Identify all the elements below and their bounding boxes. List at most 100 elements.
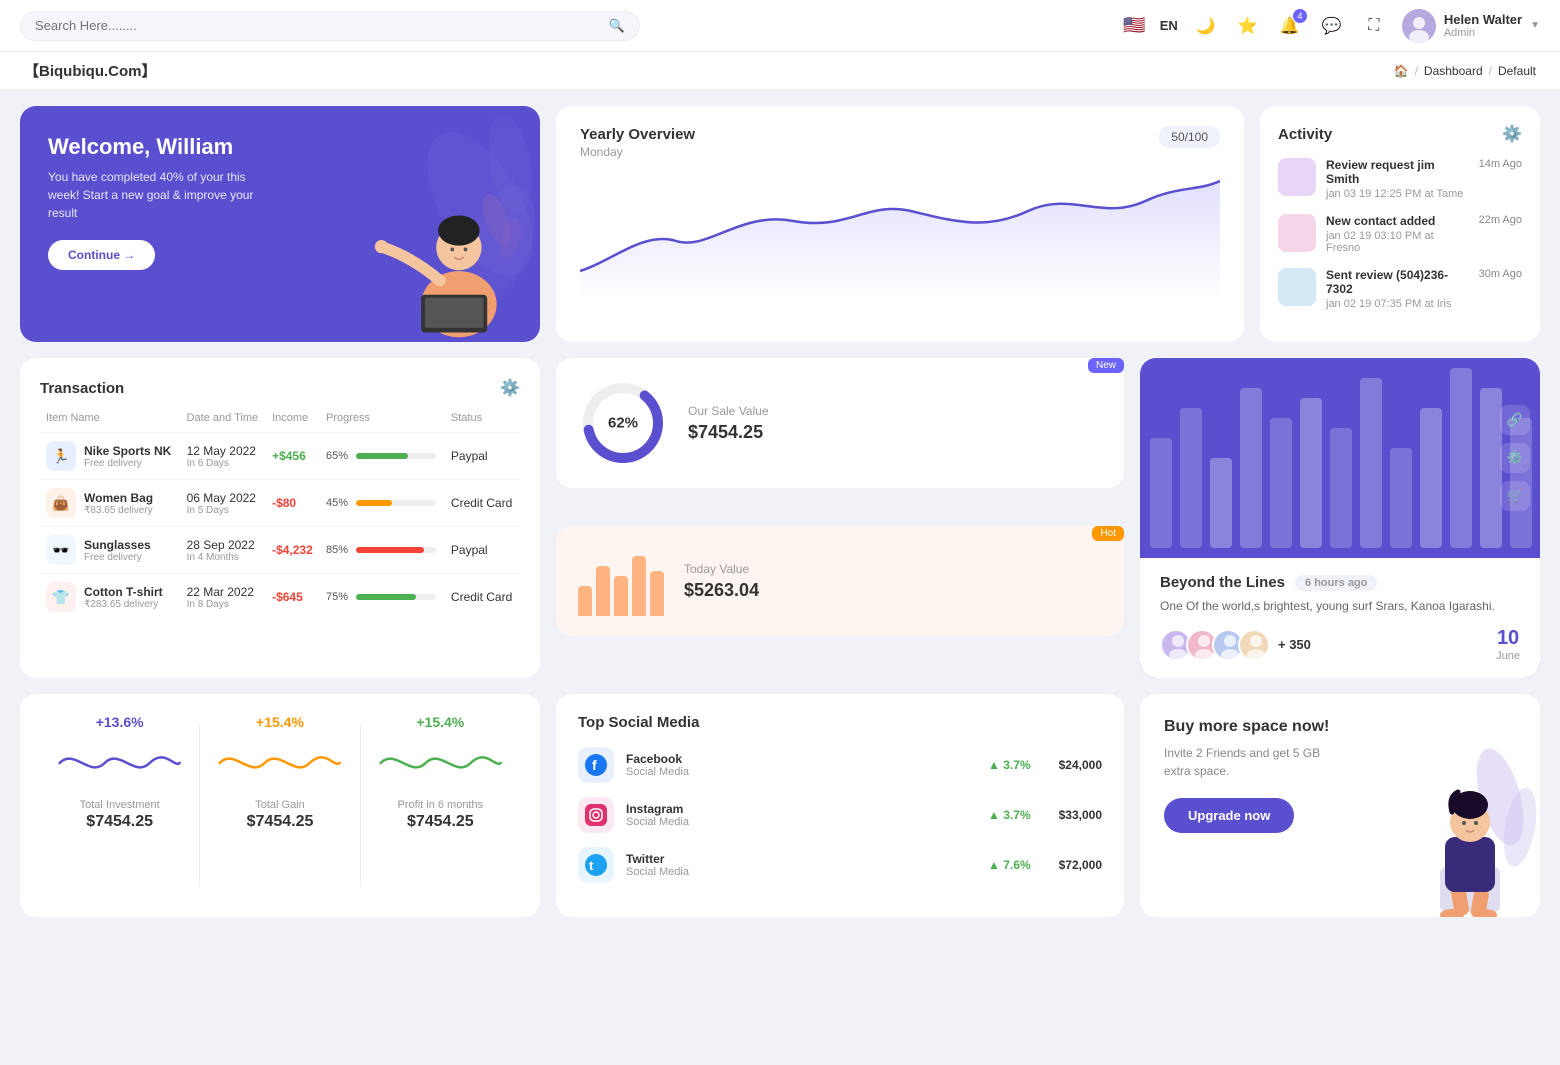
date-month: June [1496, 650, 1520, 662]
stat-value-gain: $7454.25 [210, 813, 349, 831]
avatar [1402, 9, 1436, 43]
breadcrumb: 🏠 / Dashboard / Default [1394, 64, 1536, 78]
search-icon: 🔍 [609, 18, 625, 34]
stat-pct-gain: +15.4% [210, 714, 349, 730]
beyond-info: Beyond the Lines 6 hours ago One Of the … [1140, 558, 1540, 678]
date-badge: 10 June [1496, 627, 1520, 662]
buy-desc: Invite 2 Friends and get 5 GB extra spac… [1164, 744, 1344, 780]
dark-mode-toggle[interactable]: 🌙 [1192, 12, 1220, 40]
transaction-settings-icon[interactable]: ⚙️ [500, 378, 520, 398]
stat-pct-investment: +13.6% [50, 714, 189, 730]
sale-title: Our Sale Value [688, 404, 769, 418]
activity-item: Review request jim Smith jan 03 19 12:25… [1278, 158, 1522, 200]
stat-pct-profit: +15.4% [371, 714, 510, 730]
table-row: 👜 Women Bag ₹83.65 delivery 06 May 2022 … [40, 480, 520, 527]
plus-count: + 350 [1278, 637, 1311, 652]
icon-btn-2[interactable]: ⚙️ [1500, 443, 1530, 473]
activity-settings-icon[interactable]: ⚙️ [1502, 124, 1522, 144]
message-icon[interactable]: 💬 [1318, 12, 1346, 40]
topnav: 🔍 🇺🇸 EN 🌙 ⭐ 🔔 4 💬 ⛶ Helen Walter Admin ▼ [0, 0, 1560, 52]
stat-label-profit: Profit in 6 months [371, 799, 510, 811]
search-bar[interactable]: 🔍 [20, 11, 640, 41]
table-header-cell: Date and Time [181, 412, 267, 433]
main-content: Welcome, William You have completed 40% … [0, 90, 1560, 933]
stat-value-profit: $7454.25 [371, 813, 510, 831]
yearly-chart [580, 171, 1220, 304]
table-header-cell: Item Name [40, 412, 181, 433]
sale-col: New 62% Our Sale Value $7454.25 [556, 358, 1124, 678]
table-body: 🏃 Nike Sports NK Free delivery 12 May 20… [40, 433, 520, 621]
user-info[interactable]: Helen Walter Admin ▼ [1402, 9, 1540, 43]
yearly-subtitle: Monday [580, 145, 695, 159]
beyond-card: 🔗 ⚙️ 🛒 Beyond the Lines 6 hours ago One … [1140, 358, 1540, 678]
svg-text:f: f [592, 757, 597, 773]
beyond-avatars: + 350 [1160, 629, 1311, 661]
flag-icon: 🇺🇸 [1123, 15, 1145, 36]
sale-info: Our Sale Value $7454.25 [688, 404, 769, 443]
upgrade-button[interactable]: Upgrade now [1164, 798, 1294, 833]
breadcrumb-default[interactable]: Default [1498, 64, 1536, 78]
stat-gain: +15.4% Total Gain $7454.25 [200, 714, 359, 897]
buy-title: Buy more space now! [1164, 718, 1516, 736]
search-input[interactable] [35, 18, 601, 33]
transaction-header: Transaction ⚙️ [40, 378, 520, 398]
social-item: Instagram Social Media ▲ 3.7% $33,000 [578, 797, 1102, 833]
today-value-wrap: Hot Today Value $5263.04 [556, 526, 1124, 678]
activity-item: Sent review (504)236-7302 jan 02 19 07:3… [1278, 268, 1522, 310]
star-icon[interactable]: ⭐ [1234, 12, 1262, 40]
notification-badge: 4 [1293, 9, 1307, 23]
breadcrumb-sep2: / [1489, 64, 1492, 78]
transaction-card: Transaction ⚙️ Item NameDate and TimeInc… [20, 358, 540, 678]
avatar-4 [1238, 629, 1270, 661]
table-header-cell: Progress [320, 412, 445, 433]
icon-cluster: 🔗 ⚙️ 🛒 [1500, 405, 1530, 511]
yearly-badge: 50/100 [1159, 126, 1220, 148]
social-list: f Facebook Social Media ▲ 3.7% $24,000 I… [578, 747, 1102, 883]
beyond-chart: 🔗 ⚙️ 🛒 [1140, 358, 1540, 558]
continue-button[interactable]: Continue → [48, 240, 155, 270]
social-media-card: Top Social Media f Facebook Social Media… [556, 694, 1124, 917]
activity-list: Review request jim Smith jan 03 19 12:25… [1278, 158, 1522, 310]
today-bars [578, 546, 664, 616]
fullscreen-icon[interactable]: ⛶ [1360, 12, 1388, 40]
stats-card: +13.6% Total Investment $7454.25 +15.4% … [20, 694, 540, 917]
sale-value-card: 62% Our Sale Value $7454.25 [556, 358, 1124, 488]
icon-btn-3[interactable]: 🛒 [1500, 481, 1530, 511]
activity-title: Activity [1278, 126, 1332, 143]
breadcrumb-dashboard[interactable]: Dashboard [1424, 64, 1483, 78]
buy-illustration [1370, 737, 1540, 917]
sale-value-amount: $7454.25 [688, 422, 769, 443]
welcome-card: Welcome, William You have completed 40% … [20, 106, 540, 342]
chevron-down-icon: ▼ [1530, 20, 1540, 31]
home-icon[interactable]: 🏠 [1394, 64, 1409, 78]
yearly-overview-card: Yearly Overview Monday 50/100 [556, 106, 1244, 342]
table-header-cell: Status [445, 412, 520, 433]
breadcrumb-sep1: / [1415, 64, 1418, 78]
beyond-time: 6 hours ago [1295, 575, 1377, 591]
notification-icon[interactable]: 🔔 4 [1276, 12, 1304, 40]
row2: Transaction ⚙️ Item NameDate and TimeInc… [20, 358, 1540, 678]
beyond-desc: One Of the world,s brightest, young surf… [1160, 597, 1520, 615]
stat-label-gain: Total Gain [210, 799, 349, 811]
stat-investment: +13.6% Total Investment $7454.25 [40, 714, 199, 897]
today-value-amount: $5263.04 [684, 580, 759, 601]
today-info: Today Value $5263.04 [684, 562, 759, 601]
svg-text:t: t [589, 858, 594, 873]
social-title: Top Social Media [578, 714, 1102, 731]
buy-space-card: Buy more space now! Invite 2 Friends and… [1140, 694, 1540, 917]
today-value-card: Today Value $5263.04 [556, 526, 1124, 636]
table-header-row: Item NameDate and TimeIncomeProgressStat… [40, 412, 520, 433]
today-title: Today Value [684, 562, 759, 576]
welcome-desc: You have completed 40% of your this week… [48, 168, 268, 222]
date-num: 10 [1496, 627, 1520, 650]
hot-badge: Hot [1092, 526, 1124, 541]
stat-value-investment: $7454.25 [50, 813, 189, 831]
row1: Welcome, William You have completed 40% … [20, 106, 1540, 342]
donut-label: 62% [608, 415, 638, 432]
table-header-cell: Income [266, 412, 320, 433]
transaction-title: Transaction [40, 380, 124, 397]
beyond-title: Beyond the Lines 6 hours ago [1160, 574, 1520, 591]
icon-btn-1[interactable]: 🔗 [1500, 405, 1530, 435]
row3: +13.6% Total Investment $7454.25 +15.4% … [20, 694, 1540, 917]
language-label[interactable]: EN [1160, 18, 1178, 33]
